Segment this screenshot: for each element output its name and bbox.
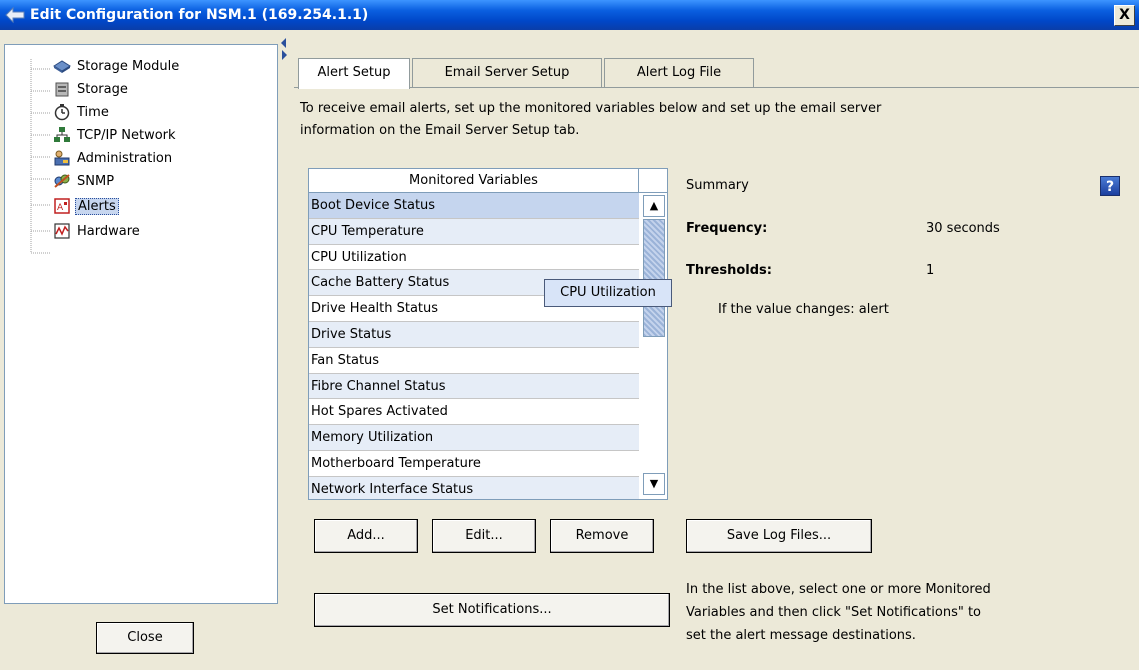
list-item[interactable]: Memory Utilization [309,425,639,451]
splitter-arrows-icon [281,38,287,60]
app-icon [5,6,25,24]
scroll-down-arrow-icon[interactable]: ▼ [643,473,665,495]
remove-button[interactable]: Remove [550,519,654,553]
save-log-files-button[interactable]: Save Log Files... [686,519,872,553]
tab-alert-setup[interactable]: Alert Setup [298,58,410,89]
set-notifications-button[interactable]: Set Notifications... [314,593,670,627]
list-scrollbar[interactable]: ▲ ▼ [639,193,667,499]
list-item[interactable]: Network Interface Status [309,476,639,499]
tree-item-snmp[interactable]: SNMP [53,170,116,192]
thresholds-label: Thresholds: [686,263,772,278]
tree-item-storage[interactable]: Storage [53,78,130,100]
summary-heading: Summary [686,178,749,193]
tab-alert-log-file[interactable]: Alert Log File [604,58,754,88]
threshold-rule: If the value changes: alert [718,302,889,317]
clock-icon [54,104,70,121]
tree-item-administration[interactable]: Administration [53,147,174,169]
storage-module-icon [53,60,71,73]
scroll-up-arrow-icon[interactable]: ▲ [643,195,665,217]
list-item[interactable]: CPU Temperature [309,218,639,245]
monitored-variables-list[interactable]: Monitored Variables Boot Device Status C… [308,168,668,500]
tree-item-alerts[interactable]: A Alerts [53,195,119,217]
administration-icon [54,150,70,166]
help-icon[interactable]: ? [1100,176,1120,196]
list-item[interactable]: Hot Spares Activated [309,399,639,426]
list-header[interactable]: Monitored Variables [309,169,639,193]
navigation-tree: Storage Module Storage Time TCP/IP Netwo… [4,44,278,604]
close-button[interactable]: Close [96,622,194,654]
content-panel: Alert Setup Email Server Setup Alert Log… [288,30,1139,670]
hardware-icon [54,223,70,239]
storage-icon [55,82,69,97]
network-icon [54,127,70,142]
tab-email-server-setup[interactable]: Email Server Setup [412,58,602,88]
svg-text:A: A [57,203,64,213]
list-item[interactable]: Fan Status [309,348,639,374]
window-close-button[interactable]: X [1114,5,1135,26]
frequency-label: Frequency: [686,221,768,236]
intro-text: To receive email alerts, set up the moni… [300,101,882,138]
tree-item-tcpip-network[interactable]: TCP/IP Network [53,124,178,146]
list-header-corner [639,169,667,193]
scroll-thumb[interactable] [643,219,665,337]
thresholds-value: 1 [926,263,935,278]
window-title-bar[interactable]: Edit Configuration for NSM.1 (169.254.1.… [0,0,1139,30]
list-item[interactable]: Boot Device Status [309,193,639,219]
panel-splitter[interactable] [280,30,288,670]
tree-item-hardware[interactable]: Hardware [53,220,142,242]
add-button[interactable]: Add... [314,519,418,553]
list-item[interactable]: Fibre Channel Status [309,373,639,400]
edit-button[interactable]: Edit... [432,519,536,553]
window-title: Edit Configuration for NSM.1 (169.254.1.… [30,7,369,23]
list-item[interactable]: Drive Status [309,321,639,348]
alerts-icon: A [54,198,70,214]
list-item[interactable]: Motherboard Temperature [309,451,639,477]
set-notifications-help-text: In the list above, select one or more Mo… [686,582,991,643]
tooltip: CPU Utilization [544,279,672,307]
list-item[interactable]: CPU Utilization [309,245,639,271]
snmp-icon [54,174,70,188]
alert-setup-tab-content: To receive email alerts, set up the moni… [294,87,1139,670]
frequency-value: 30 seconds [926,221,1000,236]
tree-item-time[interactable]: Time [53,101,111,123]
list-rows: Boot Device Status CPU Temperature CPU U… [309,193,639,499]
tree-item-storage-module[interactable]: Storage Module [53,55,181,77]
